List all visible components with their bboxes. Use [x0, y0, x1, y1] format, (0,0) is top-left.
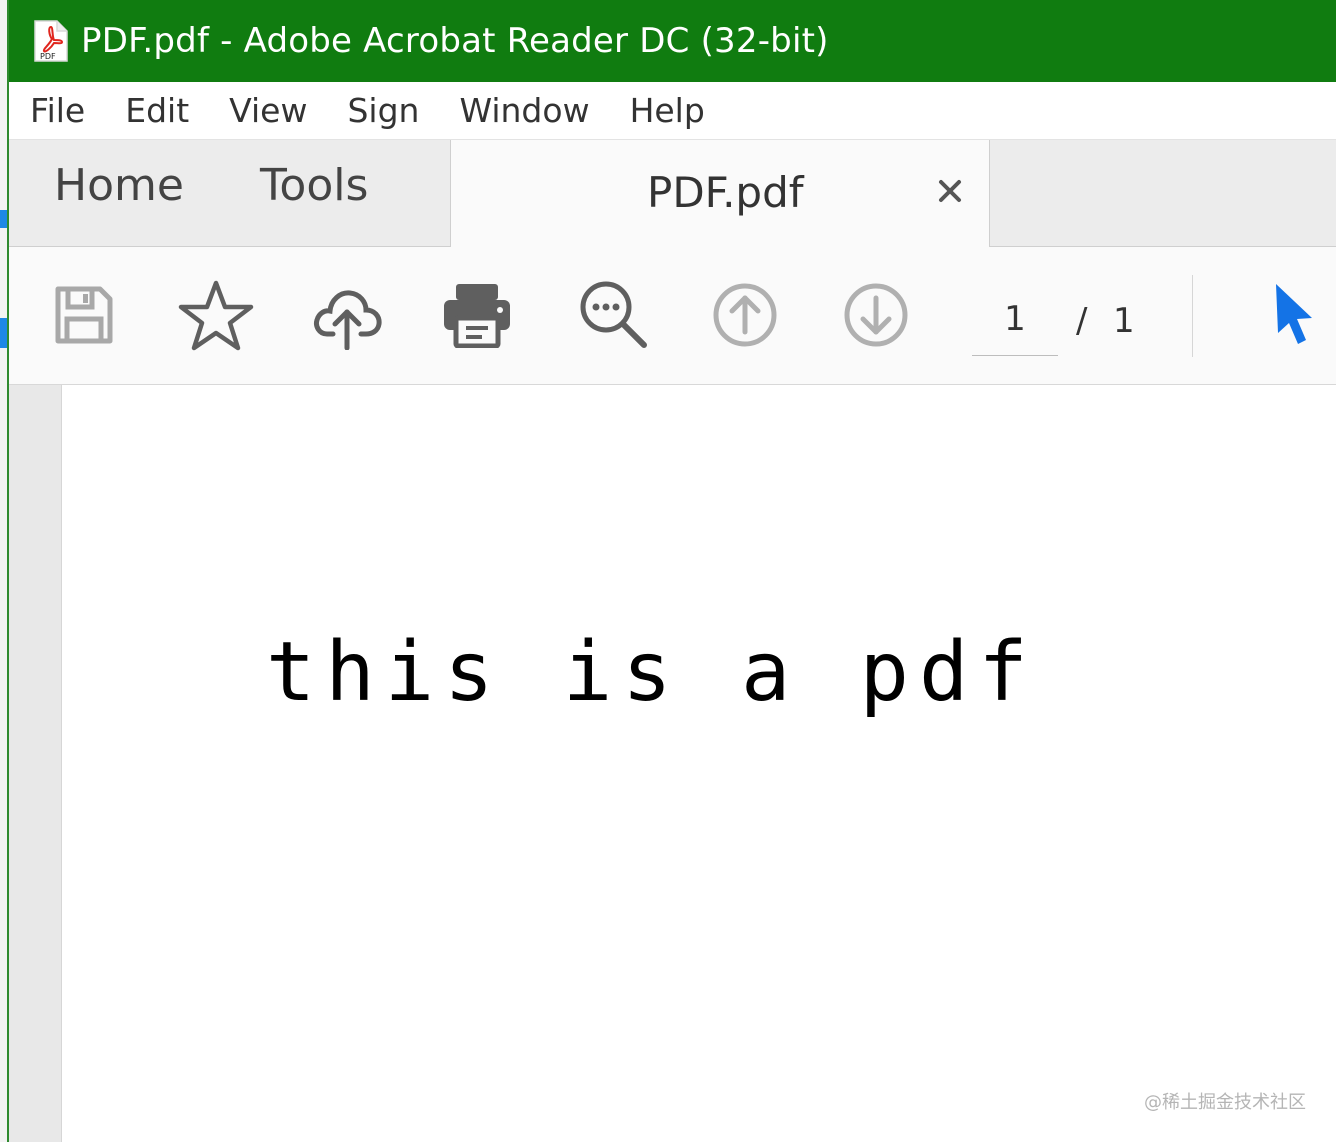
print-button[interactable] [437, 277, 517, 357]
next-page-button[interactable] [836, 277, 916, 357]
page-total: 1 [1113, 301, 1135, 341]
tab-home[interactable]: Home [54, 160, 184, 211]
tab-tools[interactable]: Tools [260, 160, 368, 211]
toolbar-divider [1192, 275, 1193, 357]
select-cursor-icon [1272, 282, 1316, 352]
search-button[interactable] [574, 277, 654, 357]
next-page-icon [843, 282, 909, 352]
close-icon[interactable] [937, 178, 963, 204]
background-window-edge [0, 0, 9, 1142]
menu-window[interactable]: Window [459, 91, 589, 130]
page-number-input[interactable]: 1 [972, 289, 1058, 356]
menu-sign[interactable]: Sign [347, 91, 419, 130]
previous-page-icon [712, 282, 778, 352]
save-button[interactable] [44, 277, 124, 357]
background-window-fragment [0, 318, 7, 348]
menu-bar: File Edit View Sign Window Help [9, 82, 1336, 140]
tab-document[interactable]: PDF.pdf [450, 140, 990, 248]
save-icon [52, 283, 116, 351]
bookmark-star-icon [178, 279, 254, 355]
upload-cloud-icon [313, 280, 383, 354]
search-zoom-icon [578, 279, 650, 355]
pdf-content-text: this is a pdf [266, 625, 1038, 720]
background-window-fragment [0, 210, 7, 228]
bookmark-button[interactable] [176, 277, 256, 357]
print-icon [442, 282, 512, 352]
tab-bar: Home Tools PDF.pdf [9, 140, 1336, 248]
document-tab-label: PDF.pdf [647, 168, 804, 217]
select-tool-button[interactable] [1254, 277, 1334, 357]
window-title: PDF.pdf - Adobe Acrobat Reader DC (32-bi… [81, 21, 829, 61]
watermark: @稀土掘金技术社区 [1144, 1092, 1306, 1113]
menu-help[interactable]: Help [630, 91, 705, 130]
navigation-gutter [9, 385, 62, 1142]
title-bar: PDF PDF.pdf - Adobe Acrobat Reader DC (3… [9, 0, 1336, 82]
menu-view[interactable]: View [229, 91, 307, 130]
svg-text:PDF: PDF [40, 52, 56, 61]
previous-page-button[interactable] [705, 277, 785, 357]
menu-edit[interactable]: Edit [125, 91, 189, 130]
page-separator: / [1076, 301, 1088, 341]
document-viewer: this is a pdf @稀土掘金技术社区 [9, 385, 1336, 1142]
upload-button[interactable] [308, 277, 388, 357]
toolbar: 1 / 1 [9, 247, 1336, 385]
menu-file[interactable]: File [30, 91, 85, 130]
pdf-page[interactable]: this is a pdf @稀土掘金技术社区 [62, 385, 1336, 1142]
acrobat-pdf-icon: PDF [33, 19, 69, 63]
